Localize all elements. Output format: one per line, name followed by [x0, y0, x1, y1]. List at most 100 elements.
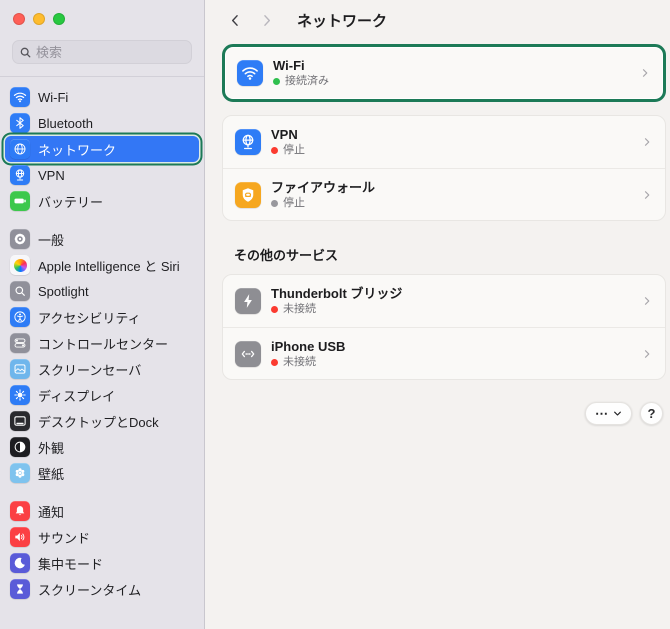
row-title: Wi-Fi: [273, 58, 305, 73]
vpn-globe-icon: [10, 165, 30, 185]
ellipsis-icon: ⋯: [595, 405, 608, 421]
search-input[interactable]: [36, 44, 185, 60]
close-button[interactable]: [13, 13, 25, 25]
sidebar-group: 通知サウンド集中モードスクリーンタイム: [5, 498, 199, 602]
apple-intelligence-icon: [10, 255, 30, 275]
status-text: 未接続: [283, 303, 316, 315]
sidebar-item-screen-time[interactable]: スクリーンタイム: [5, 576, 199, 602]
status-text: 停止: [283, 196, 305, 209]
sidebar-item-label: 外観: [38, 440, 65, 456]
more-options-button[interactable]: ⋯: [585, 402, 632, 425]
sidebar-item-label: スクリーンセーバ: [38, 362, 142, 378]
forward-button[interactable]: [255, 9, 277, 31]
chevron-right-icon: [641, 348, 653, 360]
sidebar-item-accessibility[interactable]: アクセシビリティ: [5, 304, 199, 330]
setting-row-firewall[interactable]: ファイアウォール 停止: [223, 168, 665, 220]
row-text: iPhone USB 未接続: [271, 340, 345, 368]
zoom-button[interactable]: [53, 13, 65, 25]
footer-actions: ⋯ ?: [222, 402, 666, 425]
sidebar-item-screen-saver[interactable]: スクリーンセーバ: [5, 356, 199, 382]
chevron-right-icon: [639, 67, 651, 79]
sidebar-group: 一般 Apple Intelligence と Siri Spotlight アクセシ…: [5, 226, 199, 486]
sidebar-item-label: スクリーンタイム: [38, 582, 142, 598]
sidebar-item-bluetooth[interactable]: Bluetooth: [5, 110, 199, 136]
flower-icon: [10, 463, 30, 483]
status-text: 停止: [283, 144, 305, 156]
setting-row-iphone-usb[interactable]: iPhone USB 未接続: [223, 327, 665, 379]
sidebar-item-label: デスクトップとDock: [38, 414, 159, 430]
sidebar-item-label: アクセシビリティ: [38, 310, 141, 326]
page-title: ネットワーク: [297, 12, 388, 30]
sun-icon: [10, 385, 30, 405]
search-icon: [19, 46, 32, 59]
status-text: 接続済み: [285, 75, 329, 87]
sidebar-item-wifi[interactable]: Wi-Fi: [5, 84, 199, 110]
search-field[interactable]: [12, 40, 192, 64]
row-title: iPhone USB: [271, 338, 346, 354]
content-pane: ネットワーク Wi-Fi 接続済み VPN 停止 ファイアウォール 停止 その他のサービス T…: [205, 0, 670, 629]
sidebar-item-desktop-dock[interactable]: デスクトップとDock: [5, 408, 199, 434]
row-text: Thunderbolt ブリッジ未接続: [271, 287, 402, 315]
hourglass-icon: [10, 579, 30, 599]
sidebar-item-control-center[interactable]: コントロールセンター: [5, 330, 199, 356]
accessibility-icon: [10, 307, 30, 327]
sidebar-item-display[interactable]: ディスプレイ: [5, 382, 199, 408]
desktop-dock-icon: [10, 411, 30, 431]
sidebar-item-label: 壁紙: [38, 466, 65, 482]
battery-icon: [10, 191, 30, 211]
row-status: 接続済み: [273, 76, 329, 87]
row-status: 未接続: [271, 304, 402, 315]
chevron-right-icon: [641, 136, 653, 148]
sidebar-item-appearance[interactable]: 外観: [5, 434, 199, 460]
setting-row-vpn[interactable]: VPN 停止: [223, 116, 665, 168]
chevron-right-icon: [263, 14, 270, 26]
sidebar-item-label: サウンド: [38, 530, 91, 546]
row-title: Thunderbolt ブリッジ: [271, 286, 403, 301]
sidebar-nav: Wi-Fi Bluetooth ネットワーク VPN バッテリー一般 Apple Inte…: [0, 77, 204, 629]
nav-header: ネットワーク: [222, 0, 666, 40]
sidebar-item-wallpaper[interactable]: 壁紙: [5, 460, 199, 486]
help-button[interactable]: ?: [640, 402, 663, 425]
setting-row-wifi[interactable]: Wi-Fi 接続済み: [225, 47, 663, 99]
control-center-icon: [10, 333, 30, 353]
bell-icon: [10, 501, 30, 521]
thunderbolt-icon: [235, 288, 261, 314]
status-dot: [271, 147, 278, 154]
search-area: [0, 25, 204, 64]
settings-section: Wi-Fi 接続済み VPN 停止 ファイアウォール 停止: [222, 44, 666, 221]
sidebar-item-focus[interactable]: 集中モード: [5, 550, 199, 576]
status-dot: [271, 306, 278, 313]
sidebar-item-notifications[interactable]: 通知: [5, 498, 199, 524]
moon-icon: [10, 553, 30, 573]
settings-card-highlighted: Wi-Fi 接続済み: [222, 44, 666, 102]
sidebar-item-label: 集中モード: [38, 556, 104, 572]
setting-row-thunderbolt-bridge[interactable]: Thunderbolt ブリッジ未接続: [223, 275, 665, 327]
sidebar-item-label: ネットワーク: [38, 142, 117, 158]
sidebar: Wi-Fi Bluetooth ネットワーク VPN バッテリー一般 Apple Inte…: [0, 0, 205, 629]
screensaver-icon: [10, 359, 30, 379]
row-text: Wi-Fi 接続済み: [273, 59, 329, 87]
section-title: その他のサービス: [234, 248, 339, 263]
sidebar-item-battery[interactable]: バッテリー: [5, 188, 199, 214]
sidebar-item-label: 通知: [38, 504, 65, 520]
sidebar-item-label: Wi-Fi: [38, 89, 69, 105]
bluetooth-icon: [10, 113, 30, 133]
row-title: VPN: [271, 127, 298, 142]
sidebar-item-apple-intelligence[interactable]: Apple Intelligence と Siri: [5, 252, 199, 278]
back-button[interactable]: [224, 9, 246, 31]
settings-sections: Wi-Fi 接続済み VPN 停止 ファイアウォール 停止 その他のサービス Thunderb…: [222, 40, 666, 380]
sidebar-item-spotlight[interactable]: Spotlight: [5, 278, 199, 304]
sidebar-item-network[interactable]: ネットワーク: [5, 136, 199, 162]
minimize-button[interactable]: [33, 13, 45, 25]
chevron-right-icon: [641, 295, 653, 307]
chevron-down-icon: [613, 406, 622, 421]
status-text: 未接続: [283, 355, 316, 368]
sidebar-item-general[interactable]: 一般: [5, 226, 199, 252]
row-status: 停止: [271, 196, 375, 209]
status-dot: [271, 358, 278, 366]
sidebar-item-sound[interactable]: サウンド: [5, 524, 199, 550]
sidebar-item-label: Apple Intelligence と Siri: [38, 258, 180, 274]
sidebar-item-vpn[interactable]: VPN: [5, 162, 199, 188]
sidebar-item-label: Spotlight: [38, 283, 89, 299]
speaker-icon: [10, 527, 30, 547]
